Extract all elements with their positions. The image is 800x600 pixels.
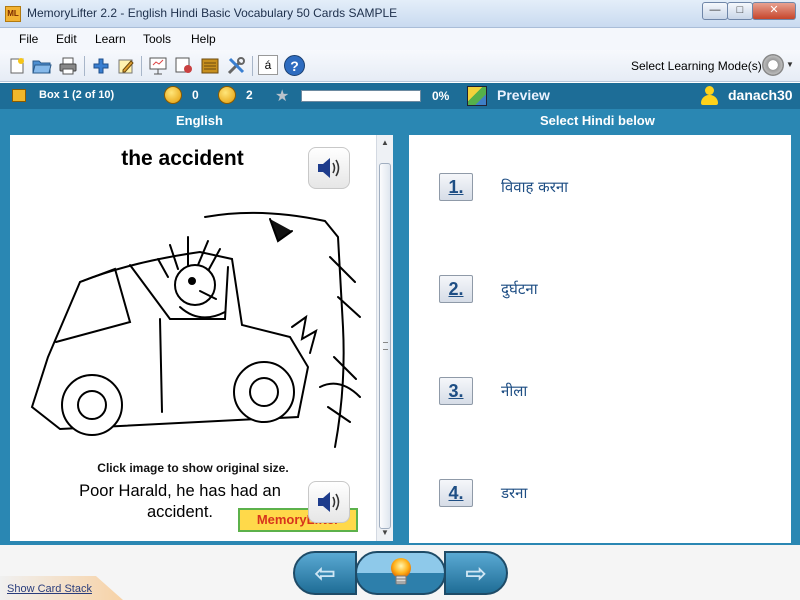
scroll-thumb[interactable]	[379, 163, 391, 529]
status-bar: Box 1 (2 of 10) 0 2 ★ 0% Preview danach3…	[0, 83, 800, 109]
username: danach30	[728, 87, 793, 103]
star-icon: ★	[275, 88, 290, 105]
maximize-button[interactable]: □	[727, 2, 753, 20]
show-card-stack-link[interactable]: Show Card Stack	[7, 583, 92, 595]
lightbulb-icon	[390, 558, 411, 585]
toolbar-divider	[84, 56, 85, 76]
learning-mode-gear-icon[interactable]	[762, 54, 784, 76]
question-column-header: English	[176, 113, 223, 128]
wrong-smiley-icon	[218, 86, 236, 104]
card-box-icon[interactable]	[199, 55, 221, 77]
open-folder-icon[interactable]	[31, 55, 53, 77]
car-accident-illustration	[30, 211, 361, 448]
speaker-icon	[318, 492, 340, 512]
card-box-icon	[12, 89, 26, 102]
answer-3-button[interactable]: 3.	[439, 377, 473, 405]
edit-icon[interactable]	[115, 55, 137, 77]
image-hint: Click image to show original size.	[97, 461, 289, 475]
correct-count: 0	[192, 88, 199, 102]
preview-icon[interactable]	[467, 86, 487, 106]
box-position-label: Box 1 (2 of 10)	[39, 89, 115, 101]
progress-percent: 0%	[432, 89, 450, 103]
answer-1-text[interactable]: विवाह करना	[501, 177, 568, 197]
chevron-down-icon[interactable]: ▼	[786, 60, 794, 69]
answer-column-header: Select Hindi below	[540, 113, 655, 128]
correct-smiley-icon	[164, 86, 182, 104]
preview-button[interactable]: Preview	[497, 87, 550, 103]
menu-learn[interactable]: Learn	[95, 32, 126, 46]
toolbar-divider	[252, 56, 253, 76]
help-icon[interactable]: ?	[284, 55, 305, 76]
answer-4-button[interactable]: 4.	[439, 479, 473, 507]
answer-panel: 1. विवाह करना 2. दुर्घटना 3. नीला 4. डरन…	[409, 135, 791, 543]
answer-3-text[interactable]: नीला	[501, 381, 527, 401]
title-bar: ML MemoryLifter 2.2 - English Hindi Basi…	[0, 0, 800, 28]
menu-file[interactable]: File	[19, 32, 38, 46]
toolbar: á ? Select Learning Mode(s)	[0, 50, 800, 82]
arrow-right-icon: ⇨	[465, 557, 487, 588]
scroll-up-icon[interactable]: ▲	[377, 135, 393, 151]
close-button[interactable]: ✕	[752, 2, 796, 20]
answer-2-text[interactable]: दुर्घटना	[501, 279, 538, 299]
bottom-bar: Show Card Stack ⇦ ⇨	[0, 545, 800, 600]
special-characters-icon[interactable]: á	[258, 55, 278, 75]
back-button[interactable]: ⇦	[293, 551, 357, 595]
main-area: English Select Hindi below the accident	[0, 109, 800, 545]
menu-tools[interactable]: Tools	[143, 32, 171, 46]
question-audio-button[interactable]	[308, 147, 350, 189]
question-word: the accident	[121, 147, 244, 170]
example-audio-button[interactable]	[308, 481, 350, 523]
speaker-icon	[318, 158, 340, 178]
minimize-button[interactable]: —	[702, 2, 728, 20]
question-card: the accident Click image to show origina…	[10, 135, 376, 541]
hint-button[interactable]	[355, 551, 446, 595]
menu-bar: File Edit Learn Tools Help	[0, 28, 800, 50]
answer-2-button[interactable]: 2.	[439, 275, 473, 303]
add-icon[interactable]	[90, 55, 112, 77]
arrow-left-icon: ⇦	[314, 557, 336, 588]
progress-bar	[301, 90, 421, 102]
learning-mode-label[interactable]: Select Learning Mode(s)	[631, 59, 762, 73]
print-icon[interactable]	[57, 55, 79, 77]
next-button[interactable]: ⇨	[444, 551, 508, 595]
answer-1-button[interactable]: 1.	[439, 173, 473, 201]
menu-help[interactable]: Help	[191, 32, 216, 46]
presentation-icon[interactable]	[147, 55, 169, 77]
slideshow-icon[interactable]	[173, 55, 195, 77]
toolbar-divider	[141, 56, 142, 76]
question-scrollbar[interactable]: ▲ ▼	[376, 135, 393, 541]
user-icon	[700, 86, 718, 106]
settings-tools-icon[interactable]	[225, 55, 247, 77]
app-logo-icon: ML	[5, 6, 21, 22]
menu-edit[interactable]: Edit	[56, 32, 77, 46]
scroll-down-icon[interactable]: ▼	[377, 525, 393, 541]
question-image[interactable]	[20, 207, 365, 457]
new-document-icon[interactable]	[6, 55, 28, 77]
answer-4-text[interactable]: डरना	[501, 483, 527, 503]
window-title: MemoryLifter 2.2 - English Hindi Basic V…	[27, 6, 398, 20]
wrong-count: 2	[246, 88, 253, 102]
